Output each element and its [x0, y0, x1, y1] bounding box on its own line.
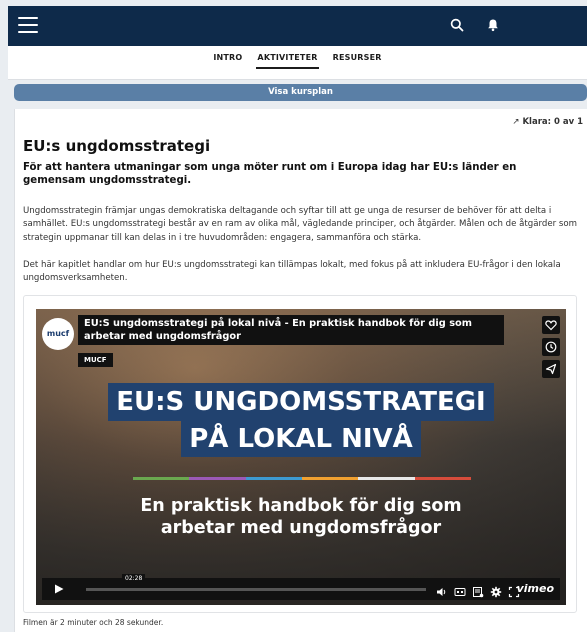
- video-headline: EU:S UNGDOMSSTRATEGI PÅ LOKAL NIVÅ: [106, 383, 496, 457]
- page-title: EU:s ungdomsstrategi: [23, 137, 211, 155]
- hamburger-menu-icon[interactable]: [18, 17, 38, 33]
- video-subtitle-line-1: En praktisk handbok för dig som: [140, 496, 462, 516]
- mucf-logo[interactable]: mucf: [42, 318, 74, 350]
- search-icon[interactable]: [450, 17, 468, 35]
- video-headline-line-2: PÅ LOKAL NIVÅ: [181, 421, 421, 457]
- vimeo-logo[interactable]: vimeo: [517, 582, 554, 595]
- heart-icon[interactable]: [542, 316, 560, 334]
- color-stripe-segment: [358, 477, 415, 480]
- video-caption: Filmen är 2 minuter och 28 sekunder.: [23, 618, 164, 627]
- color-stripe-segment: [133, 477, 190, 480]
- video-title[interactable]: EU:S ungdomsstrategi på lokal nivå - En …: [78, 315, 504, 345]
- lead-text: För att hantera utmaningar som unga möte…: [23, 162, 517, 186]
- transcript-icon[interactable]: [472, 583, 484, 598]
- video-controls: 02:28 vimeo: [42, 574, 560, 600]
- channel-badge[interactable]: MUCF: [78, 353, 113, 367]
- body-paragraph-1: Ungdomsstrategin främjar ungas demokrati…: [23, 206, 578, 243]
- color-stripe-segment: [414, 477, 471, 480]
- top-navigation-bar: [8, 6, 587, 46]
- play-icon[interactable]: [42, 578, 76, 600]
- send-icon[interactable]: [542, 360, 560, 378]
- tab-intro[interactable]: INTRO: [212, 53, 243, 67]
- video-subtitle: En praktisk handbok för dig som arbetar …: [106, 495, 496, 539]
- video-headline-line-1: EU:S UNGDOMSSTRATEGI: [108, 383, 494, 421]
- color-stripe-segment: [189, 477, 246, 480]
- captions-icon[interactable]: [454, 583, 466, 596]
- video-container: mucf EU:S ungdomsstrategi på lokal nivå …: [23, 295, 577, 613]
- progress-label: Klara: 0 av 1: [522, 117, 583, 127]
- body-paragraph-2: Det här kapitlet handlar om hur EU:s ung…: [23, 260, 561, 284]
- bell-icon[interactable]: [486, 17, 504, 35]
- color-stripe-segment: [245, 477, 302, 480]
- trending-up-icon: ↗: [512, 117, 520, 127]
- show-course-plan-button[interactable]: Visa kursplan: [14, 84, 587, 101]
- clock-icon[interactable]: [542, 338, 560, 356]
- video-subtitle-line-2: arbetar med ungdomsfrågor: [160, 518, 442, 538]
- tab-bar: INTRO AKTIVITETER RESURSER: [8, 46, 587, 80]
- video-player[interactable]: mucf EU:S ungdomsstrategi på lokal nivå …: [36, 309, 566, 605]
- duration-label: 02:28: [122, 574, 146, 583]
- color-stripe: [133, 477, 471, 480]
- tab-resurser[interactable]: RESURSER: [332, 53, 383, 67]
- progress-track[interactable]: 02:28: [86, 574, 426, 591]
- volume-icon[interactable]: [436, 583, 448, 596]
- content-card: ↗ Klara: 0 av 1 EU:s ungdomsstrategi För …: [14, 109, 587, 632]
- settings-icon[interactable]: [490, 583, 502, 598]
- color-stripe-segment: [301, 477, 359, 480]
- tab-aktiviteter[interactable]: AKTIVITETER: [256, 53, 319, 69]
- progress-status: ↗ Klara: 0 av 1: [512, 117, 583, 127]
